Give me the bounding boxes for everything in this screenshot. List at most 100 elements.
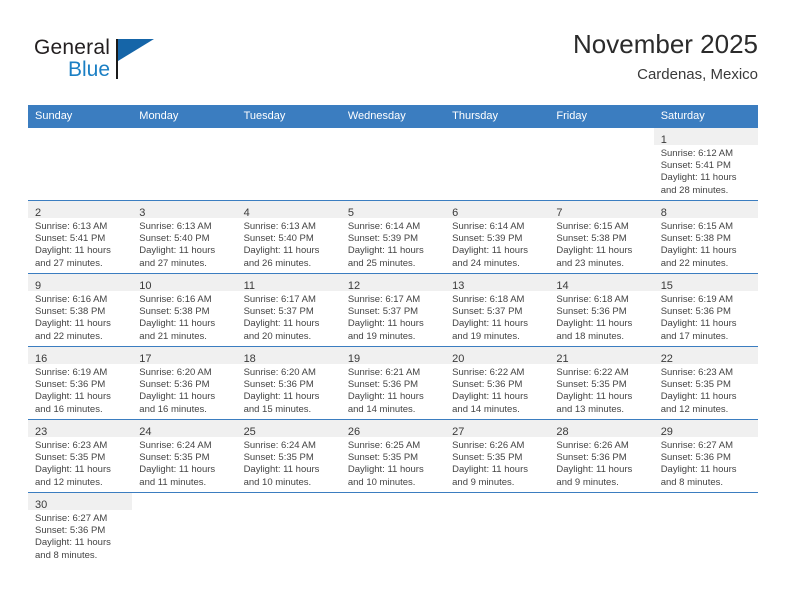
calendar-day-cell[interactable]: 23 Sunrise: 6:23 AM Sunset: 5:35 PM Dayligh… [28, 419, 133, 493]
day-cell-content: 23 Sunrise: 6:23 AM Sunset: 5:35 PM Dayligh… [28, 420, 133, 492]
sun-info-line: and 8 minutes. [660, 476, 724, 488]
sun-info-block: Sunrise: 6:12 AM Sunset: 5:41 PM Daylight:… [654, 145, 758, 197]
calendar-day-cell[interactable]: 5 Sunrise: 6:14 AM Sunset: 5:39 PM Daylight… [340, 200, 446, 274]
general-blue-logo[interactable]: General Blue [34, 36, 214, 92]
sun-info-block [445, 510, 549, 513]
day-cell-content: 15 Sunrise: 6:19 AM Sunset: 5:36 PM Dayligh… [653, 274, 758, 346]
sun-info-block: Sunrise: 6:26 AM Sunset: 5:35 PM Daylight:… [445, 437, 549, 489]
day-number: 21 [556, 353, 569, 365]
calendar-day-cell[interactable]: 7 Sunrise: 6:15 AM Sunset: 5:38 PM Daylight… [549, 200, 654, 274]
sun-info-block [132, 145, 236, 148]
day-cell-content: 4 Sunrise: 6:13 AM Sunset: 5:40 PM Daylight… [236, 201, 341, 273]
calendar-day-cell[interactable]: 30 Sunrise: 6:27 AM Sunset: 5:36 PM Dayligh… [28, 492, 133, 579]
day-cell-content: 24 Sunrise: 6:24 AM Sunset: 5:35 PM Dayligh… [132, 420, 237, 492]
sun-info-line: and 11 minutes. [139, 476, 207, 488]
sun-info-line: Sunrise: 6:12 AM [660, 148, 734, 159]
day-cell-content: 19 Sunrise: 6:21 AM Sunset: 5:36 PM Dayligh… [340, 347, 446, 419]
calendar-day-cell[interactable]: 12 Sunrise: 6:17 AM Sunset: 5:37 PM Dayligh… [340, 273, 446, 347]
day-number: 12 [347, 280, 361, 292]
sun-info-line: Daylight: 11 hours [35, 245, 111, 257]
sun-info-line: Sunrise: 6:24 AM [139, 440, 212, 451]
calendar-day-cell[interactable]: 20 Sunrise: 6:22 AM Sunset: 5:36 PM Dayligh… [445, 346, 550, 420]
day-number: 23 [35, 426, 48, 438]
calendar-day-cell[interactable]: 2 Sunrise: 6:13 AM Sunset: 5:41 PM Daylight… [28, 200, 133, 274]
sun-info-line: and 18 minutes. [556, 330, 625, 342]
sun-info-line: and 14 minutes. [347, 403, 416, 415]
calendar-day-cell[interactable]: 26 Sunrise: 6:25 AM Sunset: 5:35 PM Dayligh… [340, 419, 446, 493]
sun-info-line: Sunrise: 6:20 AM [243, 367, 316, 378]
day-number: 24 [139, 426, 152, 438]
sun-info-line: Sunset: 5:36 PM [139, 379, 210, 391]
day-number: 11 [243, 280, 255, 292]
sun-info-line: and 23 minutes. [556, 257, 625, 269]
day-number: 16 [35, 353, 48, 365]
calendar-day-cell[interactable]: 4 Sunrise: 6:13 AM Sunset: 5:40 PM Daylight… [236, 200, 341, 274]
calendar-empty-cell [549, 492, 654, 579]
sun-info-line: Sunset: 5:40 PM [243, 233, 314, 245]
sun-info-line: and 10 minutes. [243, 476, 312, 488]
calendar-day-cell[interactable]: 14 Sunrise: 6:18 AM Sunset: 5:36 PM Dayligh… [549, 273, 654, 347]
sun-info-line: and 27 minutes. [35, 257, 103, 269]
calendar-empty-cell [340, 127, 446, 201]
calendar-day-cell[interactable]: 19 Sunrise: 6:21 AM Sunset: 5:36 PM Dayligh… [340, 346, 446, 420]
day-cell-content [445, 128, 549, 200]
day-number-band: 20 [445, 347, 550, 365]
sun-info-block: Sunrise: 6:14 AM Sunset: 5:39 PM Daylight:… [341, 218, 445, 270]
sun-info-block: Sunrise: 6:22 AM Sunset: 5:35 PM Daylight:… [549, 364, 653, 416]
calendar-day-cell[interactable]: 9 Sunrise: 6:16 AM Sunset: 5:38 PM Daylight… [28, 273, 133, 347]
day-number-band: 11 [236, 274, 341, 292]
calendar-day-cell[interactable]: 13 Sunrise: 6:18 AM Sunset: 5:37 PM Dayligh… [445, 273, 550, 347]
sun-info-block: Sunrise: 6:17 AM Sunset: 5:37 PM Daylight:… [341, 291, 445, 343]
weekday-header-monday: Monday [132, 105, 237, 128]
sun-info-line: and 24 minutes. [452, 257, 520, 269]
sun-info-line: Daylight: 11 hours [243, 318, 320, 330]
sun-info-line: Daylight: 11 hours [347, 318, 424, 330]
day-number: 26 [347, 426, 361, 438]
calendar-day-cell[interactable]: 8 Sunrise: 6:15 AM Sunset: 5:38 PM Daylight… [653, 200, 758, 274]
sun-info-line: and 28 minutes. [660, 184, 729, 196]
day-cell-content: 12 Sunrise: 6:17 AM Sunset: 5:37 PM Dayligh… [340, 274, 446, 346]
day-cell-content [549, 493, 653, 579]
calendar-day-cell[interactable]: 21 Sunrise: 6:22 AM Sunset: 5:35 PM Dayligh… [549, 346, 654, 420]
calendar-day-cell[interactable]: 3 Sunrise: 6:13 AM Sunset: 5:40 PM Daylight… [132, 200, 237, 274]
sun-info-line: Sunrise: 6:26 AM [556, 440, 629, 451]
calendar-day-cell[interactable]: 1 Sunrise: 6:12 AM Sunset: 5:41 PM Daylight… [653, 127, 758, 201]
sun-info-block [549, 510, 653, 513]
calendar-day-cell[interactable]: 6 Sunrise: 6:14 AM Sunset: 5:39 PM Daylight… [445, 200, 550, 274]
sun-info-block: Sunrise: 6:21 AM Sunset: 5:36 PM Daylight:… [341, 364, 445, 416]
calendar-day-cell[interactable]: 22 Sunrise: 6:23 AM Sunset: 5:35 PM Dayligh… [653, 346, 758, 420]
sun-info-block [237, 510, 341, 513]
calendar-day-cell[interactable]: 25 Sunrise: 6:24 AM Sunset: 5:35 PM Dayligh… [236, 419, 341, 493]
calendar-day-cell[interactable]: 24 Sunrise: 6:24 AM Sunset: 5:35 PM Dayligh… [132, 419, 237, 493]
day-number-band: 18 [236, 347, 341, 365]
sun-info-line: Sunset: 5:41 PM [35, 233, 106, 245]
calendar-day-cell[interactable]: 17 Sunrise: 6:20 AM Sunset: 5:36 PM Dayligh… [132, 346, 237, 420]
sun-info-line: Sunrise: 6:21 AM [347, 367, 421, 378]
day-number: 29 [660, 426, 673, 438]
calendar-page: General Blue November 2025 Cardenas, Mex… [0, 0, 792, 612]
calendar-day-cell[interactable]: 29 Sunrise: 6:27 AM Sunset: 5:36 PM Dayligh… [653, 419, 758, 493]
calendar-day-cell[interactable]: 18 Sunrise: 6:20 AM Sunset: 5:36 PM Dayligh… [236, 346, 341, 420]
calendar-day-cell[interactable]: 10 Sunrise: 6:16 AM Sunset: 5:38 PM Dayligh… [132, 273, 237, 347]
calendar-day-cell[interactable]: 27 Sunrise: 6:26 AM Sunset: 5:35 PM Dayligh… [445, 419, 550, 493]
sun-info-line: Daylight: 11 hours [35, 318, 111, 330]
title-block: November 2025 Cardenas, Mexico [573, 28, 758, 86]
sun-info-line: Sunrise: 6:27 AM [35, 513, 108, 524]
sun-info-line: Daylight: 11 hours [243, 391, 320, 403]
sun-info-line: and 8 minutes. [35, 549, 98, 561]
day-cell-content: 10 Sunrise: 6:16 AM Sunset: 5:38 PM Dayligh… [132, 274, 237, 346]
calendar-day-cell[interactable]: 15 Sunrise: 6:19 AM Sunset: 5:36 PM Dayligh… [653, 273, 758, 347]
day-number-band [237, 493, 341, 510]
calendar-day-cell[interactable]: 16 Sunrise: 6:19 AM Sunset: 5:36 PM Dayligh… [28, 346, 133, 420]
sun-info-line: Daylight: 11 hours [556, 464, 633, 476]
calendar-empty-cell [445, 492, 550, 579]
sun-info-line: Sunset: 5:38 PM [660, 233, 731, 245]
calendar-day-cell[interactable]: 11 Sunrise: 6:17 AM Sunset: 5:37 PM Dayligh… [236, 273, 341, 347]
weekday-header-wednesday: Wednesday [340, 105, 446, 128]
sun-info-block: Sunrise: 6:20 AM Sunset: 5:36 PM Daylight:… [132, 364, 236, 416]
calendar-day-cell[interactable]: 28 Sunrise: 6:26 AM Sunset: 5:36 PM Dayligh… [549, 419, 654, 493]
sun-info-line: Sunset: 5:36 PM [35, 525, 106, 537]
day-number: 14 [556, 280, 569, 292]
day-number-band: 30 [28, 493, 133, 511]
sun-info-line: Daylight: 11 hours [243, 464, 320, 476]
